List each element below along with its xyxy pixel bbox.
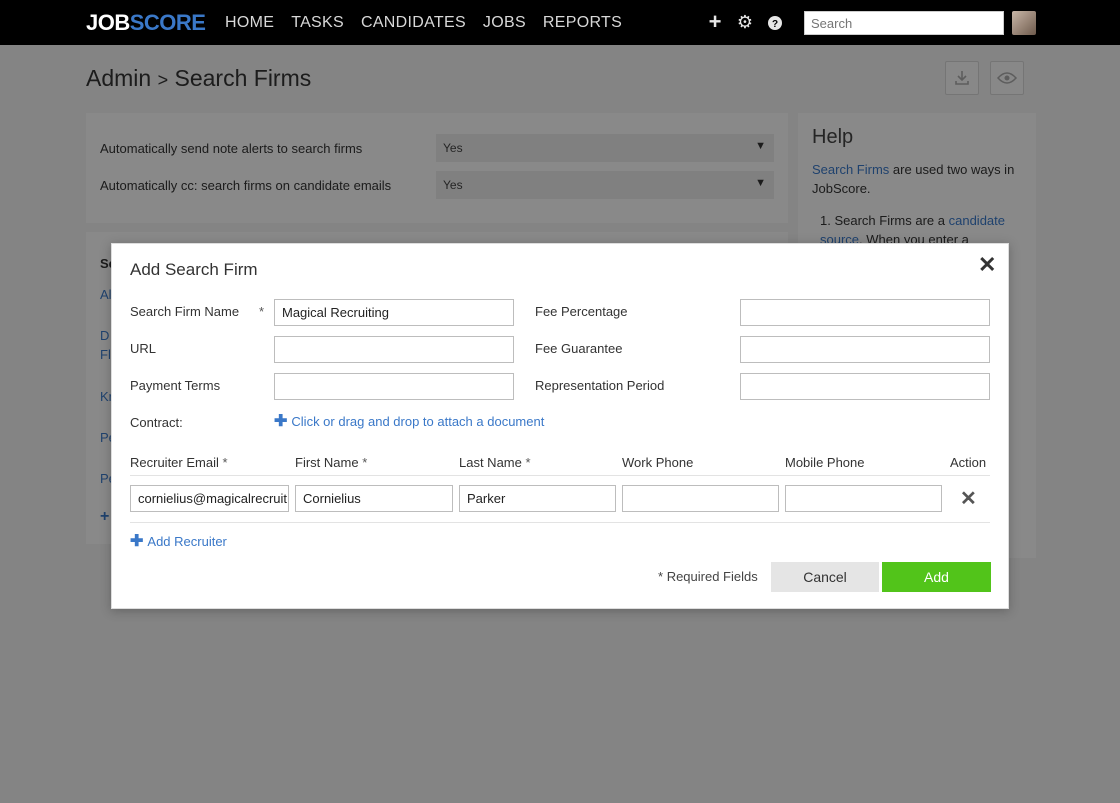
add-recruiter-link[interactable]: ✚ Add Recruiter — [130, 534, 227, 550]
recruiter-last-name-input[interactable]: Parker — [459, 485, 616, 512]
firm-name-input[interactable]: Magical Recruiting — [274, 299, 514, 326]
cancel-button[interactable]: Cancel — [771, 562, 879, 592]
contract-label: Contract: — [130, 415, 183, 430]
payment-terms-label: Payment Terms — [130, 378, 221, 393]
required-asterisk: * — [259, 304, 265, 319]
plus-icon: ✚ — [274, 413, 288, 430]
add-search-firm-modal: Add Search Firm ✕ Search Firm Name * Mag… — [111, 243, 1009, 609]
representation-period-label: Representation Period — [535, 378, 665, 393]
col-action: Action — [950, 455, 987, 470]
required-asterisk: * — [362, 455, 368, 470]
attach-document-text: Click or drag and drop to attach a docum… — [291, 414, 545, 429]
col-last-name: Last Name * — [459, 455, 531, 471]
representation-period-input[interactable] — [740, 373, 990, 400]
url-input[interactable] — [274, 336, 514, 363]
nav-home[interactable]: HOME — [225, 12, 274, 34]
logo-text-job: JOB — [86, 10, 130, 35]
payment-terms-input[interactable] — [274, 373, 514, 400]
help-icon[interactable]: ? — [765, 13, 785, 35]
col-recruiter-email: Recruiter Email * — [130, 455, 228, 471]
attach-document-link[interactable]: ✚ Click or drag and drop to attach a docu… — [274, 414, 544, 430]
gear-icon[interactable]: ⚙ — [735, 11, 755, 33]
plus-icon[interactable]: + — [705, 11, 725, 33]
nav-reports[interactable]: REPORTS — [543, 12, 622, 34]
required-asterisk: * — [658, 569, 664, 584]
modal-title: Add Search Firm — [130, 260, 258, 279]
top-nav-bar: JOBSCORE HOME TASKS CANDIDATES JOBS REPO… — [0, 0, 1120, 45]
table-divider — [130, 522, 990, 523]
fee-guarantee-input[interactable] — [740, 336, 990, 363]
fee-percentage-label: Fee Percentage — [535, 304, 628, 319]
col-mobile-phone: Mobile Phone — [785, 455, 865, 470]
col-label: First Name — [295, 455, 359, 470]
recruiter-work-phone-input[interactable] — [622, 485, 779, 512]
close-icon[interactable]: ✕ — [978, 254, 996, 276]
required-asterisk: * — [525, 455, 531, 470]
col-label: Last Name — [459, 455, 522, 470]
global-search-input[interactable] — [804, 11, 1004, 35]
recruiter-email-input[interactable]: cornielius@magicalrecruit — [130, 485, 289, 512]
nav-tasks[interactable]: TASKS — [291, 12, 344, 34]
nav-candidates[interactable]: CANDIDATES — [361, 12, 466, 34]
add-recruiter-text: Add Recruiter — [147, 534, 227, 549]
fee-guarantee-label: Fee Guarantee — [535, 341, 623, 356]
logo-text-score: SCORE — [129, 10, 206, 35]
plus-icon: ✚ — [130, 533, 144, 550]
svg-text:?: ? — [772, 19, 778, 30]
add-button[interactable]: Add — [882, 562, 991, 592]
required-asterisk: * — [222, 455, 228, 470]
table-divider — [130, 475, 990, 476]
main-nav: HOME TASKS CANDIDATES JOBS REPORTS — [225, 12, 639, 34]
nav-jobs[interactable]: JOBS — [483, 12, 526, 34]
required-fields-note: * Required Fields — [658, 569, 758, 585]
col-work-phone: Work Phone — [622, 455, 694, 470]
user-avatar[interactable] — [1012, 11, 1036, 35]
jobscore-logo[interactable]: JOBSCORE — [86, 10, 206, 36]
firm-name-label: Search Firm Name — [130, 304, 240, 319]
remove-recruiter-icon[interactable]: ✕ — [960, 488, 977, 510]
recruiter-mobile-phone-input[interactable] — [785, 485, 942, 512]
col-label: Recruiter Email — [130, 455, 219, 470]
url-label: URL — [130, 341, 157, 356]
recruiter-first-name-input[interactable]: Cornielius — [295, 485, 453, 512]
col-first-name: First Name * — [295, 455, 367, 471]
required-fields-text: Required Fields — [666, 569, 758, 584]
fee-percentage-input[interactable] — [740, 299, 990, 326]
